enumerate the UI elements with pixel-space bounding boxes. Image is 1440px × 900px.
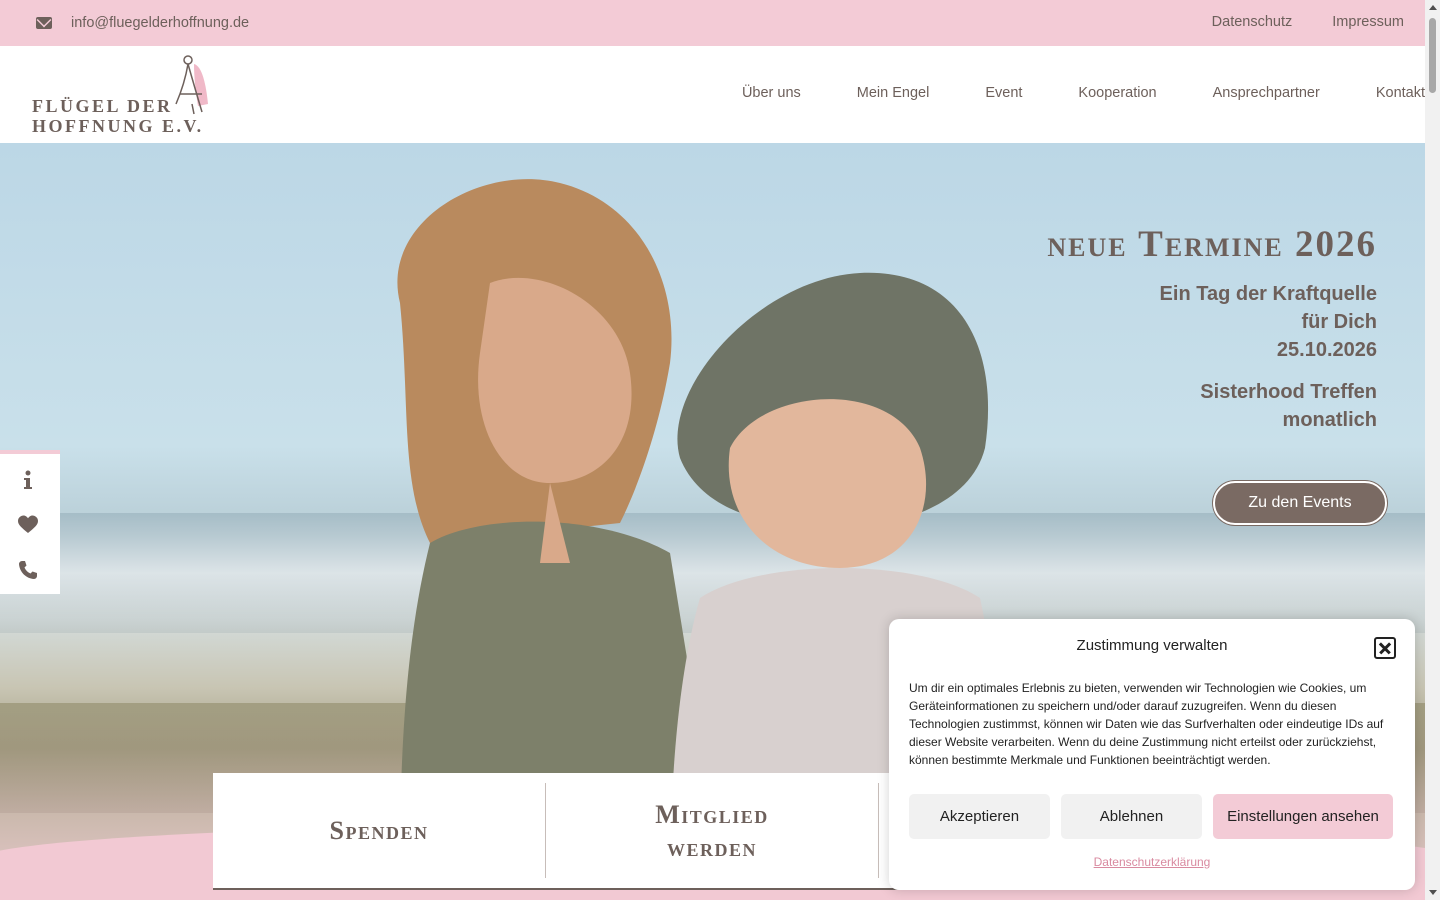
- cookie-dialog-title: Zustimmung verwalten: [1076, 637, 1228, 654]
- accept-cookies-button[interactable]: Akzeptieren: [909, 794, 1050, 839]
- email-address[interactable]: info@fluegelderhoffnung.de: [71, 15, 249, 31]
- scroll-up-arrow-icon[interactable]: [1429, 5, 1437, 10]
- site-logo[interactable]: FLÜGEL DER HOFFNUNG E.V.: [32, 54, 217, 139]
- deny-cookies-button[interactable]: Ablehnen: [1061, 794, 1202, 839]
- events-button[interactable]: Zu den Events: [1213, 481, 1387, 525]
- nav-item-kontakt[interactable]: Kontakt: [1376, 85, 1425, 101]
- cookie-dialog-text: Um dir ein optimales Erlebnis zu bieten,…: [909, 681, 1384, 767]
- membership-card-label: Mitglied werden: [655, 798, 769, 864]
- donate-card[interactable]: Spenden: [213, 783, 546, 878]
- cookie-buttons: Akzeptieren Ablehnen Einstellungen anseh…: [909, 794, 1393, 839]
- privacy-policy-link[interactable]: Datenschutzerklärung: [889, 855, 1415, 869]
- main-nav: Über uns Mein Engel Event Kooperation An…: [686, 85, 1425, 101]
- event1-date: 25.10.2026: [1276, 339, 1377, 361]
- event1-title-line2: für Dich: [1301, 311, 1377, 333]
- nav-item-ansprechpartner[interactable]: Ansprechpartner: [1213, 85, 1320, 101]
- hero-title: neue Termine 2026: [1047, 224, 1377, 265]
- nav-item-event[interactable]: Event: [985, 85, 1022, 101]
- logo-text-line1: FLÜGEL DER: [32, 96, 173, 116]
- membership-label-line1: Mitglied: [655, 799, 769, 829]
- event2-title-line1: Sisterhood Treffen: [1200, 381, 1377, 403]
- envelope-icon: [36, 17, 52, 29]
- close-icon[interactable]: [1374, 637, 1396, 659]
- info-icon[interactable]: [18, 470, 38, 490]
- cookie-consent-dialog: Zustimmung verwalten Um dir ein optimale…: [889, 619, 1415, 890]
- donate-card-label: Spenden: [329, 816, 429, 845]
- top-bar: info@fluegelderhoffnung.de Datenschutz I…: [0, 0, 1425, 46]
- site-header: FLÜGEL DER HOFFNUNG E.V. Über uns Mein E…: [0, 46, 1425, 143]
- event1-title-line1: Ein Tag der Kraftquelle: [1159, 283, 1377, 305]
- logo-text-line2: HOFFNUNG E.V.: [32, 116, 204, 136]
- angel-logo-icon: [175, 55, 208, 115]
- phone-icon[interactable]: [18, 560, 38, 580]
- heart-icon[interactable]: [18, 515, 38, 535]
- datenschutz-link[interactable]: Datenschutz: [1212, 14, 1293, 30]
- impressum-link[interactable]: Impressum: [1332, 14, 1404, 30]
- nav-item-ueber-uns[interactable]: Über uns: [742, 85, 801, 101]
- page-scrollbar[interactable]: [1425, 0, 1440, 900]
- email-link[interactable]: info@fluegelderhoffnung.de: [36, 15, 249, 31]
- event2-title-line2: monatlich: [1282, 409, 1377, 431]
- nav-item-mein-engel[interactable]: Mein Engel: [857, 85, 930, 101]
- membership-card[interactable]: Mitglied werden: [546, 783, 879, 878]
- nav-item-kooperation[interactable]: Kooperation: [1078, 85, 1156, 101]
- scrollbar-thumb[interactable]: [1429, 18, 1436, 93]
- top-links: Datenschutz Impressum: [1212, 14, 1404, 30]
- quick-links-sidebar: [0, 450, 60, 594]
- membership-label-line2: werden: [666, 832, 757, 862]
- hero-text: neue Termine 2026 Ein Tag der Kraftquell…: [1047, 223, 1377, 434]
- scroll-down-arrow-icon[interactable]: [1429, 890, 1437, 895]
- cookie-settings-button[interactable]: Einstellungen ansehen: [1213, 794, 1393, 839]
